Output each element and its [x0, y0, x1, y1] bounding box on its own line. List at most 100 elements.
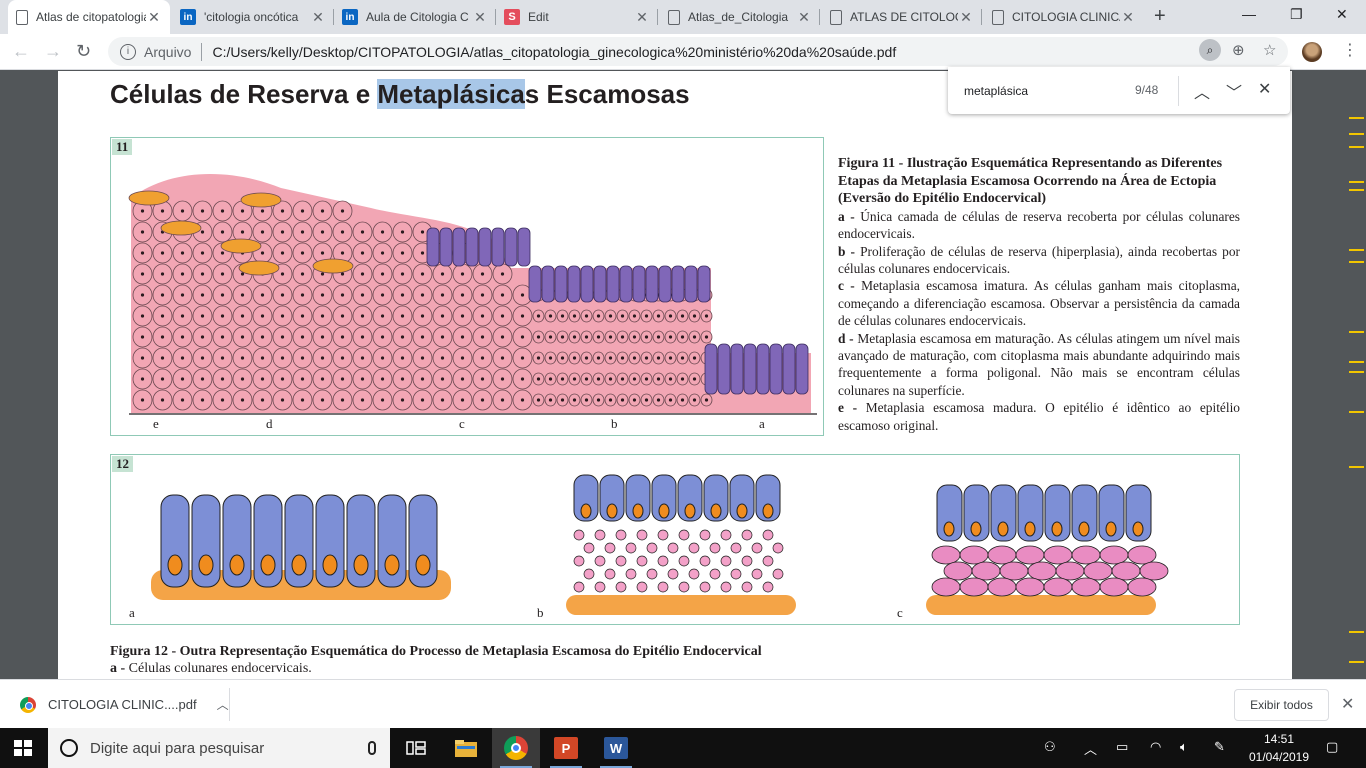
- cell-nucleus: [180, 272, 185, 276]
- microphone-icon[interactable]: [368, 741, 376, 755]
- tab-1[interactable]: in 'citologia oncótica ✕: [172, 0, 334, 34]
- close-icon[interactable]: ✕: [1258, 79, 1271, 99]
- battery-icon[interactable]: ▭: [1116, 739, 1128, 755]
- close-icon[interactable]: ✕: [1341, 694, 1354, 714]
- cell-nucleus: [704, 335, 709, 339]
- cell-nucleus: [140, 230, 145, 234]
- chrome-icon[interactable]: [492, 728, 540, 768]
- columnar-cell: [491, 227, 505, 267]
- forward-button[interactable]: →: [44, 41, 62, 62]
- scrollbar[interactable]: [1354, 71, 1366, 679]
- close-icon[interactable]: ✕: [472, 9, 488, 26]
- cell-nucleus: [320, 293, 325, 297]
- pen-icon[interactable]: ✎: [1214, 739, 1225, 755]
- system-clock[interactable]: 14:51 01/04/2019: [1246, 730, 1312, 766]
- taskbar-search[interactable]: Digite aqui para pesquisar: [48, 728, 390, 768]
- cell-nucleus: [380, 251, 385, 255]
- stage-label-b: b: [611, 416, 618, 431]
- info-icon[interactable]: i: [120, 43, 136, 60]
- reserve-cell: [751, 568, 763, 580]
- squamous-cell: [1099, 545, 1129, 565]
- notifications-icon[interactable]: ▢: [1326, 739, 1338, 755]
- chevron-up-icon[interactable]: ︿: [1194, 79, 1210, 103]
- close-icon[interactable]: ✕: [146, 9, 162, 26]
- new-tab-button[interactable]: +: [1154, 5, 1166, 28]
- squamous-cell: [1027, 561, 1057, 581]
- powerpoint-icon[interactable]: P: [542, 728, 590, 768]
- cell-nucleus: [280, 293, 285, 297]
- cell-nucleus: [440, 335, 445, 339]
- volume-icon[interactable]: 🔈︎: [1180, 739, 1188, 755]
- columnar-cell: [782, 343, 796, 395]
- word-icon[interactable]: W: [592, 728, 640, 768]
- show-all-button[interactable]: Exibir todos: [1234, 689, 1329, 721]
- menu-icon[interactable]: ⋮: [1342, 40, 1358, 60]
- find-in-page-icon[interactable]: ⌕: [1199, 39, 1221, 61]
- zoom-icon[interactable]: ⊕: [1232, 41, 1245, 59]
- cell-nucleus: [260, 398, 265, 402]
- download-item[interactable]: CITOLOGIA CLINIC....pdf ︿: [12, 688, 230, 721]
- squamous-cell: [1139, 561, 1169, 581]
- cell-nucleus: [180, 356, 185, 360]
- cell-nucleus: [260, 314, 265, 318]
- cell-nucleus: [180, 293, 185, 297]
- file-explorer-icon[interactable]: [442, 728, 490, 768]
- minimize-button[interactable]: —: [1242, 6, 1256, 22]
- wifi-icon[interactable]: ◠: [1150, 739, 1161, 755]
- bookmark-star-icon[interactable]: ☆: [1263, 41, 1276, 59]
- cell-nucleus: [340, 335, 345, 339]
- cell-nucleus: [200, 293, 205, 297]
- chevron-down-icon[interactable]: ﹀: [1226, 79, 1242, 103]
- cell-nucleus: [440, 314, 445, 318]
- tab-5[interactable]: ATLAS DE CITOLOGIA ✕: [822, 0, 982, 34]
- reserve-cell: [573, 581, 585, 593]
- close-icon[interactable]: ✕: [796, 9, 812, 26]
- cell-nucleus: [280, 356, 285, 360]
- find-mark: [1349, 146, 1364, 148]
- reserve-cell: [741, 581, 753, 593]
- address-bar[interactable]: i Arquivo C:/Users/kelly/Desktop/CITOPAT…: [108, 37, 1288, 66]
- tab-6[interactable]: CITOLOGIA CLINICA ✕: [984, 0, 1144, 34]
- window-close-button[interactable]: ✕: [1336, 6, 1348, 23]
- windows-start-icon[interactable]: [14, 740, 32, 756]
- cell-nucleus: [140, 293, 145, 297]
- find-input[interactable]: [964, 82, 1124, 100]
- tab-3[interactable]: S Edit ✕: [496, 0, 658, 34]
- reload-button[interactable]: ↻: [76, 41, 91, 62]
- stage-label-d: d: [266, 416, 273, 431]
- url-text[interactable]: C:/Users/kelly/Desktop/CITOPATOLOGIA/atl…: [212, 44, 896, 60]
- columnar-cell: [465, 227, 479, 267]
- cell-nucleus: [644, 314, 649, 318]
- cell-nucleus: [440, 293, 445, 297]
- tab-0[interactable]: Atlas de citopatologia ✕: [8, 0, 170, 34]
- columnar-cell: [426, 227, 440, 267]
- cell-nucleus: [400, 377, 405, 381]
- cell-nucleus: [260, 335, 265, 339]
- cell-nucleus: [280, 398, 285, 402]
- squamous-cell: [999, 561, 1029, 581]
- close-icon[interactable]: ✕: [958, 9, 974, 26]
- columnar-cell: [619, 265, 633, 303]
- back-button[interactable]: ←: [12, 41, 30, 62]
- restore-button[interactable]: ❐: [1290, 6, 1303, 23]
- close-icon[interactable]: ✕: [1120, 9, 1136, 26]
- chevron-up-icon[interactable]: ︿: [217, 696, 229, 713]
- endocervical-metaplasia-illustration: [151, 474, 1169, 615]
- reserve-cell: [699, 529, 711, 541]
- people-icon[interactable]: ⚇: [1044, 739, 1056, 755]
- chevron-up-icon[interactable]: ︿: [1084, 739, 1097, 758]
- tab-strip: Atlas de citopatologia ✕ in 'citologia o…: [0, 0, 1366, 34]
- close-icon[interactable]: ✕: [634, 9, 650, 26]
- task-view-icon[interactable]: [392, 728, 440, 768]
- columnar-cell: [756, 343, 770, 395]
- cell-nucleus: [360, 314, 365, 318]
- tab-2[interactable]: in Aula de Citologia C ✕: [334, 0, 496, 34]
- cell-nucleus: [320, 272, 325, 276]
- squamous-cell: [1127, 545, 1157, 565]
- scheme-label: Arquivo: [144, 43, 192, 60]
- cell-nucleus: [692, 398, 697, 402]
- squamous-cell: [1071, 545, 1101, 565]
- tab-4[interactable]: Atlas_de_Citologia ✕: [660, 0, 820, 34]
- avatar[interactable]: [1302, 42, 1322, 62]
- close-icon[interactable]: ✕: [310, 9, 326, 26]
